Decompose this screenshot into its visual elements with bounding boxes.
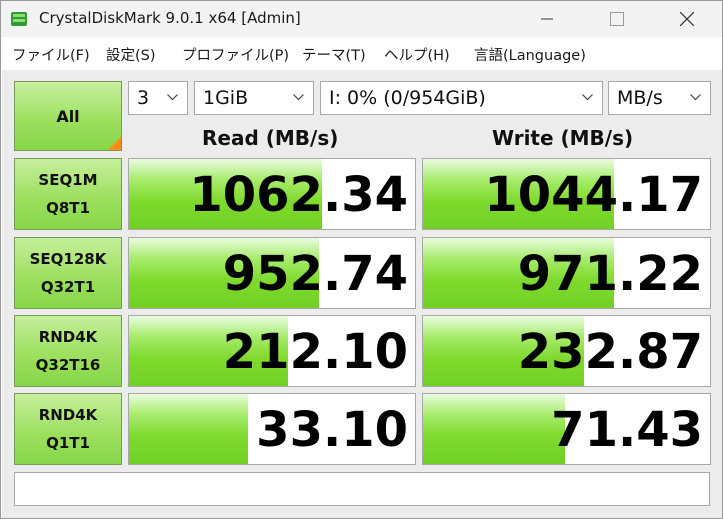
maximize-icon [610,12,624,26]
test-size-value: 1GiB [203,87,249,109]
menu-file[interactable]: ファイル(F) [12,44,90,65]
close-icon [680,12,694,26]
read-bar [129,394,248,464]
window-title: CrystalDiskMark 9.0.1 x64 [Admin] [39,9,301,27]
app-window: CrystalDiskMark 9.0.1 x64 [Admin] ファイル(F… [0,0,723,519]
test-label-line2: Q32T16 [35,356,101,374]
close-button[interactable] [664,1,710,37]
read-result-seq1m-q8t1: 1062.34 [128,158,416,230]
write-value: 71.43 [551,402,703,458]
unit-select[interactable]: MB/s [608,81,711,115]
all-corner-marker [108,137,121,150]
write-value: 971.22 [517,246,703,302]
read-value: 952.74 [222,246,408,302]
test-count-value: 3 [137,87,150,109]
test-label-line2: Q8T1 [46,199,90,217]
read-value: 33.10 [256,402,408,458]
test-label-line1: SEQ1M [38,171,98,189]
test-button-seq1m-q8t1[interactable]: SEQ1M Q8T1 [14,158,122,230]
chevron-down-icon [167,94,178,101]
write-result-seq128k-q32t1: 971.22 [422,237,711,309]
all-button-label: All [56,106,80,126]
test-size-select[interactable]: 1GiB [194,81,314,115]
test-label-line2: Q1T1 [46,434,90,452]
test-label-line1: RND4K [38,406,98,424]
test-button-seq128k-q32t1[interactable]: SEQ128K Q32T1 [14,237,122,309]
chevron-down-icon [582,94,593,101]
write-bar [423,394,566,464]
menu-settings[interactable]: 設定(S) [106,44,156,65]
read-value: 1062.34 [189,167,408,223]
unit-value: MB/s [617,87,663,109]
title-bar[interactable]: CrystalDiskMark 9.0.1 x64 [Admin] [1,1,722,37]
write-result-rnd4k-q1t1: 71.43 [422,393,711,465]
read-value: 212.10 [222,324,408,380]
read-header: Read (MB/s) [202,126,339,150]
comment-field[interactable] [14,472,710,506]
menu-bar: ファイル(F) 設定(S) プロファイル(P) テーマ(T) ヘルプ(H) 言語… [1,37,722,70]
menu-theme[interactable]: テーマ(T) [302,44,366,65]
chevron-down-icon [293,94,304,101]
chevron-down-icon [690,94,701,101]
read-result-rnd4k-q32t16: 212.10 [128,315,416,387]
menu-language[interactable]: 言語(Language) [474,44,586,65]
test-label-line1: RND4K [38,328,98,346]
write-result-rnd4k-q32t16: 232.87 [422,315,711,387]
minimize-button[interactable] [524,1,570,37]
test-label-line1: SEQ128K [29,250,107,268]
all-button[interactable]: All [14,81,122,151]
menu-profile[interactable]: プロファイル(P) [182,44,289,65]
drive-select[interactable]: I: 0% (0/954GiB) [320,81,603,115]
drive-value: I: 0% (0/954GiB) [329,87,486,109]
test-button-rnd4k-q32t16[interactable]: RND4K Q32T16 [14,315,122,387]
write-value: 1044.17 [484,167,703,223]
test-button-rnd4k-q1t1[interactable]: RND4K Q1T1 [14,393,122,465]
read-result-seq128k-q32t1: 952.74 [128,237,416,309]
app-icon [11,12,27,26]
benchmark-panel: All 3 1GiB I: 0% (0/954GiB) MB/s Read (M… [2,70,722,518]
write-value: 232.87 [517,324,703,380]
write-header: Write (MB/s) [492,126,634,150]
read-result-rnd4k-q1t1: 33.10 [128,393,416,465]
write-result-seq1m-q8t1: 1044.17 [422,158,711,230]
maximize-button[interactable] [594,1,640,37]
test-label-line2: Q32T1 [40,278,96,296]
test-count-select[interactable]: 3 [128,81,188,115]
minimize-icon [541,18,553,20]
menu-help[interactable]: ヘルプ(H) [384,44,450,65]
